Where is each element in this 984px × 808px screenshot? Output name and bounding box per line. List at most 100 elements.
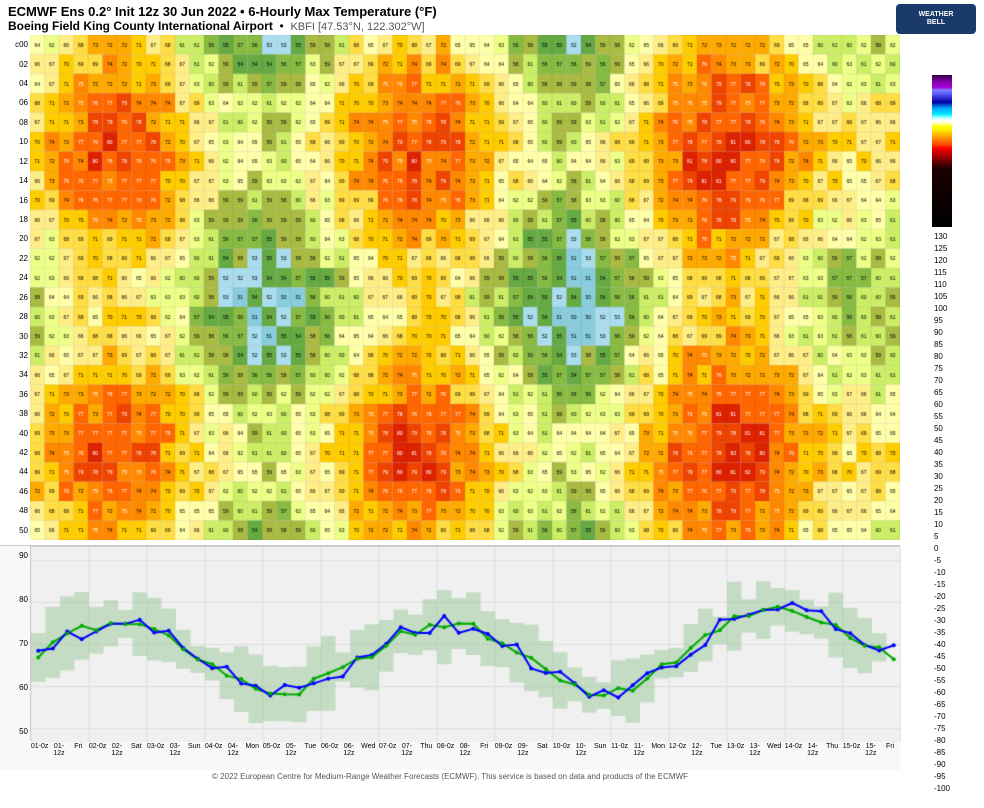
x-axis-label: Wed bbox=[764, 743, 783, 773]
chart-title-line2: Boeing Field King County International A… bbox=[8, 19, 976, 33]
scale-label: 105 bbox=[934, 291, 950, 303]
scale-label: 55 bbox=[934, 411, 950, 423]
x-axis-label: Tue bbox=[706, 743, 725, 773]
scale-label: 75 bbox=[934, 363, 950, 375]
scale-label: -60 bbox=[934, 687, 950, 699]
scale-label: -40 bbox=[934, 639, 950, 651]
x-axis-label: 09-0z bbox=[494, 743, 513, 773]
color-scale-bar bbox=[932, 75, 952, 227]
bottom-chart-section: Control Mean 90 80 70 60 50 bbox=[0, 545, 900, 770]
scale-label: -75 bbox=[934, 723, 950, 735]
x-axis-label: 11-12z bbox=[629, 743, 648, 773]
scale-label: 80 bbox=[934, 351, 950, 363]
heatmap-y-label: 48 bbox=[0, 501, 30, 520]
x-axis-label: 03-0z bbox=[146, 743, 165, 773]
x-axis-labels: 01-0z01-12zFri02-0z02-12zSat03-0z03-12zS… bbox=[0, 743, 900, 773]
scale-label: -65 bbox=[934, 699, 950, 711]
chart-title-line1: ECMWF Ens 0.2° Init 12z 30 Jun 2022 • 6-… bbox=[8, 4, 976, 19]
heatmap-y-label: 40 bbox=[0, 424, 30, 443]
color-scale: 1301251201151101051009590858075706560555… bbox=[900, 35, 984, 795]
scale-label: -25 bbox=[934, 603, 950, 615]
x-axis-label: 14-12z bbox=[803, 743, 822, 773]
heatmap-y-label: 26 bbox=[0, 288, 30, 307]
heatmap-y-label: 38 bbox=[0, 404, 30, 423]
scale-label: 100 bbox=[934, 303, 950, 315]
x-axis-label: 10-12z bbox=[571, 743, 590, 773]
scale-label: -35 bbox=[934, 627, 950, 639]
scale-label: -20 bbox=[934, 591, 950, 603]
scale-label: -95 bbox=[934, 771, 950, 783]
scale-labels: 1301251201151101051009590858075706560555… bbox=[934, 231, 950, 795]
heatmap-y-label: 06 bbox=[0, 93, 30, 112]
heatmap-y-label: 34 bbox=[0, 365, 30, 384]
x-axis-label: 01-0z bbox=[30, 743, 49, 773]
x-axis-label: 06-12z bbox=[339, 743, 358, 773]
heatmap-y-label: 20 bbox=[0, 229, 30, 248]
bottom-chart-canvas-container bbox=[30, 546, 900, 741]
scale-label: 30 bbox=[934, 471, 950, 483]
heatmap-y-label: 32 bbox=[0, 346, 30, 365]
main-content: 5048464442403836343230282624222018161412… bbox=[0, 35, 984, 795]
heatmap-canvas bbox=[30, 35, 900, 540]
scale-label: -45 bbox=[934, 651, 950, 663]
scale-label: 25 bbox=[934, 483, 950, 495]
heatmap-y-axis: 5048464442403836343230282624222018161412… bbox=[0, 35, 30, 540]
scale-label: -5 bbox=[934, 555, 950, 567]
heatmap-y-label: 50 bbox=[0, 521, 30, 540]
scale-label: 120 bbox=[934, 255, 950, 267]
x-axis-label: Sat bbox=[127, 743, 146, 773]
x-axis-label: 08-0z bbox=[436, 743, 455, 773]
scale-label: 65 bbox=[934, 387, 950, 399]
scale-label: 70 bbox=[934, 375, 950, 387]
x-axis-label: 08-12z bbox=[455, 743, 474, 773]
logo-text: WEATHER BELL bbox=[919, 11, 954, 28]
x-axis-label: 02-12z bbox=[107, 743, 126, 773]
heatmap-y-label: 22 bbox=[0, 249, 30, 268]
x-axis-label: Sat bbox=[533, 743, 552, 773]
x-axis-label: Fri bbox=[69, 743, 88, 773]
x-axis-label: 05-0z bbox=[262, 743, 281, 773]
x-axis-label: Mon bbox=[649, 743, 668, 773]
y-label-70: 70 bbox=[2, 639, 28, 648]
x-axis-label: 10-0z bbox=[552, 743, 571, 773]
x-axis-label: 15-0z bbox=[842, 743, 861, 773]
x-axis-label: Tue bbox=[301, 743, 320, 773]
heatmap-y-label: c00 bbox=[0, 35, 30, 54]
x-axis-label: 12-12z bbox=[687, 743, 706, 773]
x-axis-label: 06-0z bbox=[320, 743, 339, 773]
x-axis-label: 02-0z bbox=[88, 743, 107, 773]
scale-label: 15 bbox=[934, 507, 950, 519]
heatmap-y-label: 04 bbox=[0, 74, 30, 93]
x-axis-label: 13-0z bbox=[726, 743, 745, 773]
scale-label: 40 bbox=[934, 447, 950, 459]
scale-label: 60 bbox=[934, 399, 950, 411]
chart-area: 5048464442403836343230282624222018161412… bbox=[0, 35, 900, 795]
x-axis-label: 04-12z bbox=[223, 743, 242, 773]
weatherbell-logo: WEATHER BELL bbox=[896, 4, 976, 34]
scale-label: -50 bbox=[934, 663, 950, 675]
x-axis-label: 03-12z bbox=[165, 743, 184, 773]
scale-label: -85 bbox=[934, 747, 950, 759]
y-label-50: 50 bbox=[2, 727, 28, 736]
x-axis-label: 07-12z bbox=[397, 743, 416, 773]
scale-label: 130 bbox=[934, 231, 950, 243]
heatmap-y-label: 46 bbox=[0, 482, 30, 501]
heatmap-y-label: 30 bbox=[0, 327, 30, 346]
x-axis-label: 09-12z bbox=[513, 743, 532, 773]
heatmap-y-label: 10 bbox=[0, 132, 30, 151]
x-axis-label: Sun bbox=[591, 743, 610, 773]
heatmap-y-label: 44 bbox=[0, 462, 30, 481]
x-axis-label: Thu bbox=[822, 743, 841, 773]
x-axis-label: Mon bbox=[243, 743, 262, 773]
bottom-chart-y-axis: 90 80 70 60 50 bbox=[0, 546, 30, 741]
scale-label: 20 bbox=[934, 495, 950, 507]
x-axis-label: Wed bbox=[359, 743, 378, 773]
x-axis-label: Fri bbox=[475, 743, 494, 773]
scale-label: 110 bbox=[934, 279, 950, 291]
scale-label: 125 bbox=[934, 243, 950, 255]
x-axis-label: 05-12z bbox=[281, 743, 300, 773]
x-axis-label: 11-0z bbox=[610, 743, 629, 773]
heatmap-y-label: 18 bbox=[0, 210, 30, 229]
scale-label: -100 bbox=[934, 783, 950, 795]
x-axis-label: 07-0z bbox=[378, 743, 397, 773]
